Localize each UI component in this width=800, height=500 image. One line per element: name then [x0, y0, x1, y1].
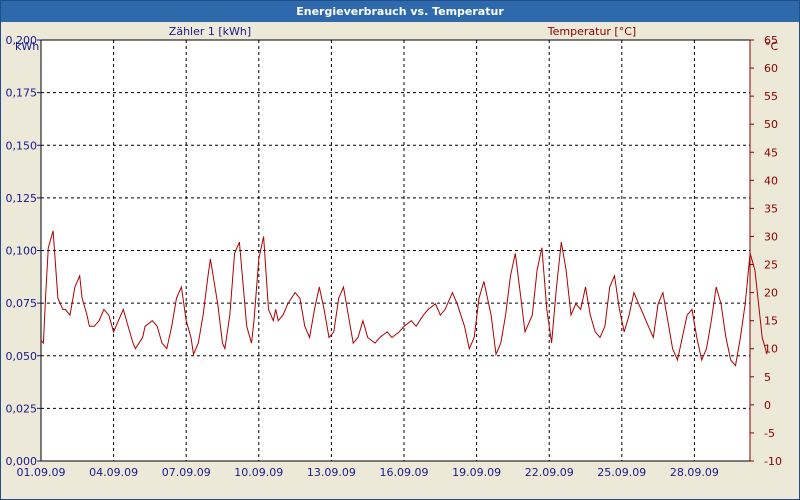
right-tick-label: 40: [764, 174, 778, 187]
x-tick-label: 01.09.09: [17, 466, 66, 479]
right-tick-label: 0: [764, 399, 771, 412]
right-tick-label: 15: [764, 315, 778, 328]
left-tick-label: 0,075: [6, 297, 38, 310]
left-tick-label: 0,150: [6, 139, 38, 152]
right-tick-label: 5: [764, 371, 771, 384]
left-axis-unit: kWh: [15, 40, 39, 53]
x-tick-label: 07.09.09: [162, 466, 211, 479]
left-tick-label: 0,125: [6, 192, 38, 205]
legend-left-series: Zähler 1 [kWh]: [169, 25, 251, 38]
chart-canvas: 0,0000,0250,0500,0750,1000,1250,1500,175…: [6, 25, 782, 479]
right-axis: -10-505101520253035404550556065: [749, 34, 782, 468]
right-tick-label: 20: [764, 287, 778, 300]
x-tick-label: 22.09.09: [525, 466, 574, 479]
left-tick-label: 0,025: [6, 402, 38, 415]
right-tick-label: 25: [764, 259, 778, 272]
x-axis: 01.09.09 04.09.09 07.09.09 10.09.09 13.09.09…: [17, 466, 719, 479]
right-tick-label: 60: [764, 62, 778, 75]
x-tick-label: 19.09.09: [452, 466, 501, 479]
right-tick-label: 35: [764, 202, 778, 215]
x-tick-label: 04.09.09: [89, 466, 138, 479]
right-tick-label: 50: [764, 118, 778, 131]
right-tick-label: 30: [764, 230, 778, 243]
right-axis-unit: °C: [765, 40, 779, 53]
x-tick-label: 13.09.09: [307, 466, 356, 479]
right-tick-label: -10: [764, 455, 782, 468]
right-tick-label: 10: [764, 343, 778, 356]
left-tick-label: 0,050: [6, 350, 38, 363]
legend-right-series: Temperatur [°C]: [547, 25, 636, 38]
right-tick-label: 45: [764, 146, 778, 159]
left-tick-label: 0,100: [6, 245, 38, 258]
x-tick-label: 25.09.09: [597, 466, 646, 479]
right-tick-label: -5: [764, 427, 775, 440]
x-tick-label: 10.09.09: [234, 466, 283, 479]
x-tick-label: 16.09.09: [380, 466, 429, 479]
x-tick-label: 28.09.09: [670, 466, 719, 479]
left-axis: 0,0000,0250,0500,0750,1000,1250,1500,175…: [6, 34, 41, 468]
right-tick-label: 55: [764, 90, 778, 103]
left-tick-label: 0,175: [6, 87, 38, 100]
